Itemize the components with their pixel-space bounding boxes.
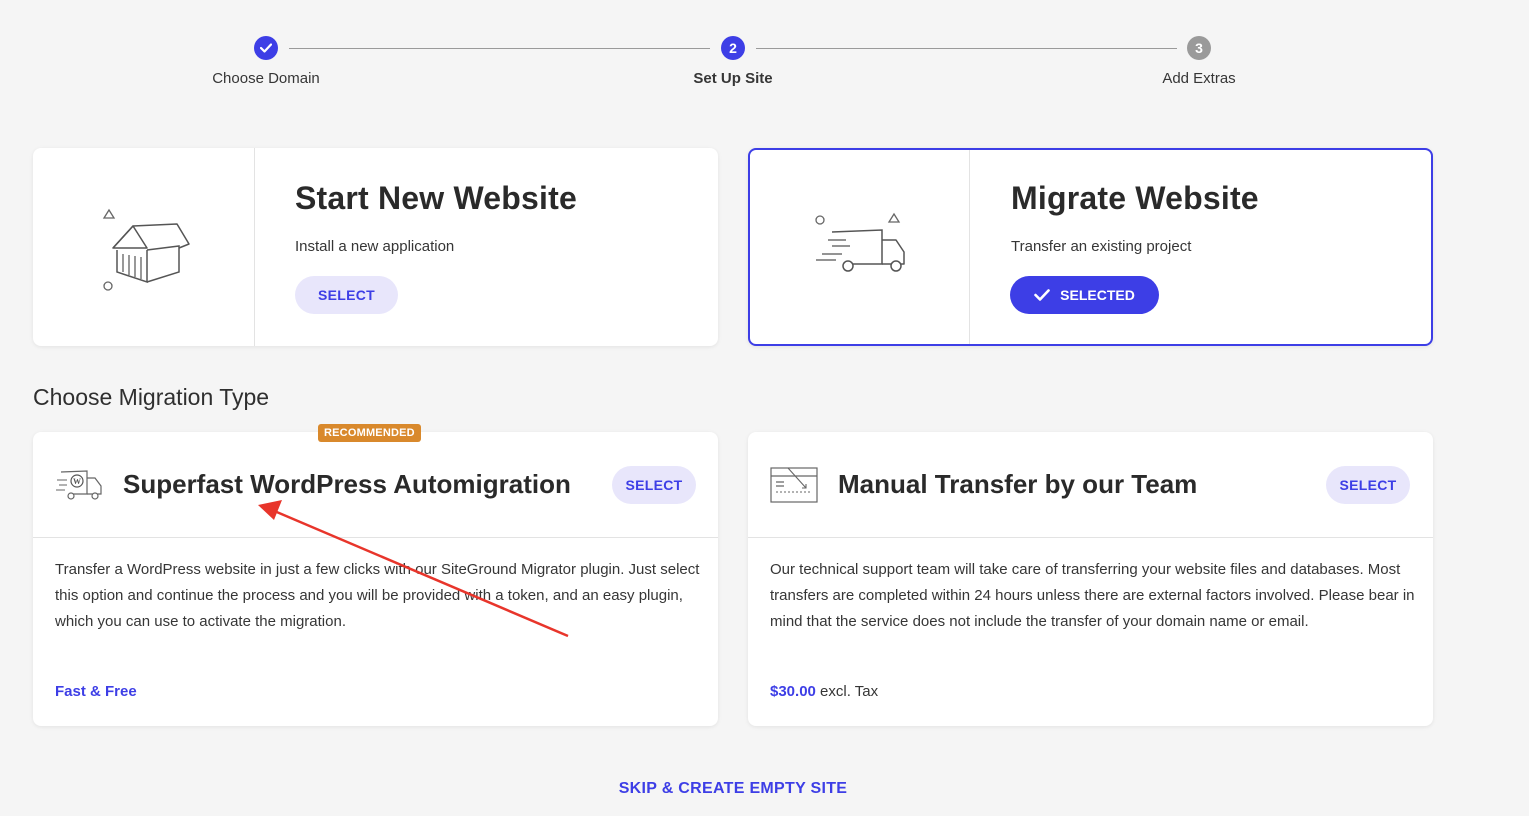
house-icon	[99, 208, 195, 294]
step-1-label[interactable]: Choose Domain	[166, 70, 366, 87]
step-2-number: 2	[721, 36, 745, 60]
start-new-website-select-button[interactable]: SELECT	[295, 276, 398, 314]
card-divider	[969, 150, 970, 344]
migrate-website-selected-button[interactable]: SELECTED	[1010, 276, 1159, 314]
manual-transfer-description: Our technical support team will take car…	[770, 561, 1415, 630]
card-divider	[748, 537, 1433, 538]
migration-type-heading: Choose Migration Type	[33, 384, 270, 410]
manual-transfer-card[interactable]: Manual Transfer by our Team SELECT Our t…	[748, 432, 1433, 726]
manual-transfer-title: Manual Transfer by our Team	[838, 469, 1198, 499]
step-3-label: Add Extras	[1162, 70, 1236, 87]
migrate-website-title: Migrate Website	[1011, 180, 1259, 216]
browser-transfer-icon	[770, 466, 818, 504]
automigration-title: Superfast WordPress Automigration	[123, 469, 571, 499]
svg-text:W: W	[73, 477, 81, 486]
start-new-website-subtitle: Install a new application	[295, 238, 455, 255]
migrate-website-subtitle: Transfer an existing project	[1011, 238, 1192, 255]
recommended-badge: RECOMMENDED	[318, 424, 421, 442]
start-new-website-title: Start New Website	[295, 180, 577, 216]
truck-icon	[812, 212, 908, 274]
step-1-check-icon	[254, 36, 278, 60]
stepper-connector	[756, 48, 1177, 49]
wordpress-truck-icon: W	[55, 468, 105, 502]
checkmark-icon	[1034, 289, 1050, 301]
card-divider	[33, 537, 718, 538]
step-2-label: Set Up Site	[693, 70, 773, 87]
start-new-website-card[interactable]: Start New Website Install a new applicat…	[33, 148, 718, 346]
progress-stepper: Choose Domain 2 Set Up Site 3 Add Extras	[0, 36, 1529, 96]
price-suffix: excl. Tax	[815, 683, 879, 700]
price-accent: $30.00	[770, 683, 816, 700]
step-3-number: 3	[1187, 36, 1211, 60]
selected-label: SELECTED	[1060, 287, 1135, 303]
automigration-card[interactable]: W Superfast WordPress Automigration SELE…	[33, 432, 718, 726]
manual-transfer-select-button[interactable]: SELECT	[1326, 466, 1410, 504]
automigration-description: Transfer a WordPress website in just a f…	[55, 561, 700, 630]
migrate-website-card[interactable]: Migrate Website Transfer an existing pro…	[748, 148, 1433, 346]
automigration-select-button[interactable]: SELECT	[612, 466, 696, 504]
card-divider	[254, 148, 255, 346]
skip-create-empty-site-link[interactable]: SKIP & CREATE EMPTY SITE	[0, 780, 1466, 798]
manual-transfer-price: $30.00 excl. Tax	[770, 679, 878, 705]
price-accent: Fast & Free	[55, 683, 137, 700]
automigration-price: Fast & Free	[55, 679, 137, 705]
stepper-connector	[289, 48, 710, 49]
